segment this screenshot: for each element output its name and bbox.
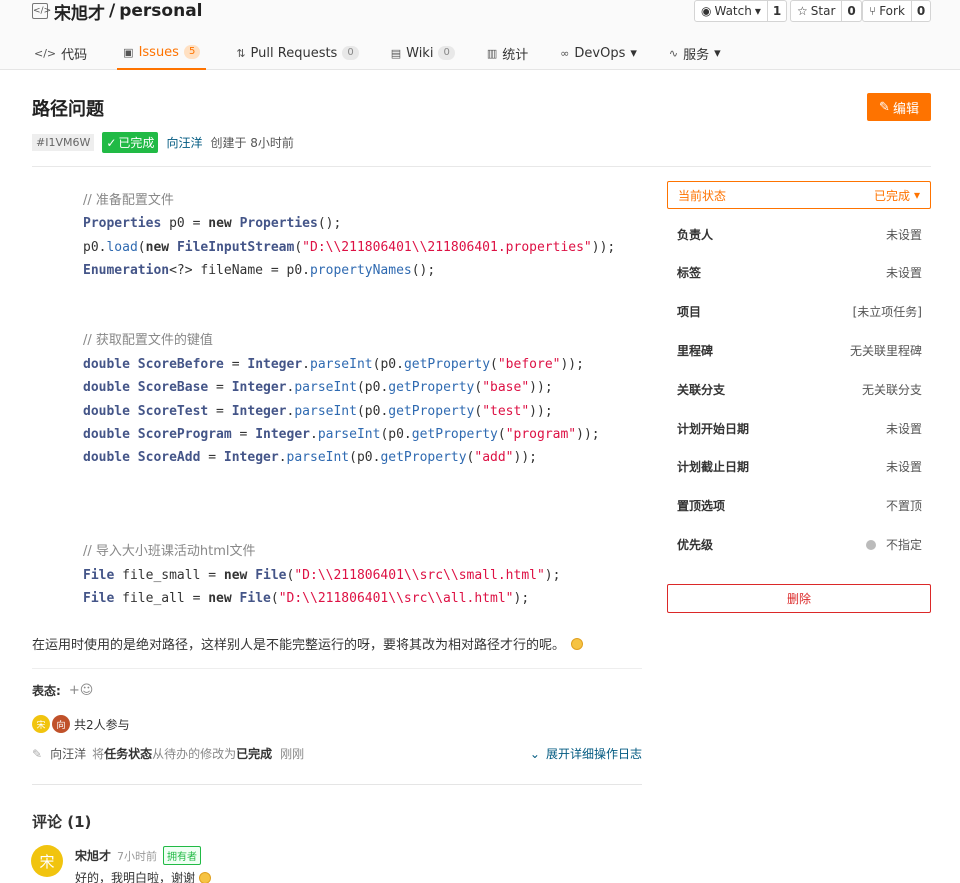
- smile-emoji-icon: [199, 871, 212, 883]
- chevron-down-icon: ▾: [714, 45, 721, 61]
- repo-owner[interactable]: 宋旭才: [54, 0, 105, 24]
- pencil-icon: ✎: [32, 746, 43, 761]
- pr-count-badge: 0: [342, 46, 359, 60]
- tab-pull-requests[interactable]: ⇅ Pull Requests 0: [234, 36, 360, 70]
- issue-id[interactable]: #I1VM6W: [32, 134, 95, 151]
- code-string: "D:\\211806401\\211806401.properties": [302, 239, 592, 255]
- eye-icon: ◉: [701, 4, 712, 18]
- issue-body-text: 在运用时使用的是绝对路径，这样别人是不能完整运行的呀，要将其改为相对路径才行的呢…: [32, 634, 584, 653]
- fork-button[interactable]: ⑂ Fork 0: [862, 0, 932, 22]
- activity-time: 刚刚: [280, 747, 305, 761]
- sidebar-row-due-date[interactable]: 计划截止日期 未设置: [677, 458, 922, 475]
- activity-log: ✎ 向汪洋 将任务状态 从待办的修改为 已完成 刚刚 ⌄ 展开详细操作日志: [32, 745, 642, 762]
- issue-title: 路径问题: [32, 99, 104, 120]
- code-string: "base": [482, 380, 530, 396]
- code-string: "add": [474, 450, 514, 466]
- chevron-down-icon: ▾: [913, 188, 920, 202]
- wiki-count-badge: 0: [438, 46, 455, 60]
- divider: [32, 784, 642, 785]
- chevron-down-icon: ▾: [630, 45, 637, 61]
- issue-author[interactable]: 向汪洋: [166, 134, 202, 151]
- reactions: 表态: +☺: [32, 682, 93, 699]
- repo-title: </> 宋旭才 / personal: [32, 0, 203, 24]
- repo-header: </> 宋旭才 / personal ◉ Watch ▾ 1 ☆ Star 0 ⑂ Fo…: [0, 0, 960, 70]
- issue-icon: ▣: [123, 45, 134, 59]
- check-circle-icon: ✓: [106, 135, 117, 150]
- comment-header: 宋旭才 7小时前 拥有者: [75, 846, 202, 865]
- code-comment: // 准备配置文件: [83, 193, 174, 208]
- edit-icon: ✎: [879, 99, 890, 115]
- book-icon: ▤: [390, 46, 402, 60]
- repo-tabs: </> 代码 ▣ Issues 5 ⇅ Pull Requests 0 ▤ Wiki 0 ▥ 统…: [32, 36, 751, 70]
- delete-button[interactable]: 删除: [667, 584, 931, 613]
- comment-time: 7小时前: [117, 849, 158, 863]
- star-count[interactable]: 0: [841, 1, 860, 21]
- state-label: 当前状态: [678, 188, 727, 203]
- pulse-icon: ∿: [668, 46, 679, 60]
- infinity-icon: ∞: [560, 46, 570, 60]
- add-reaction-button[interactable]: +☺: [69, 683, 93, 698]
- sidebar-row-project[interactable]: 项目 [未立项任务]: [677, 303, 922, 320]
- repo-name[interactable]: personal: [119, 1, 202, 21]
- divider: [32, 166, 931, 167]
- sidebar-row-branch[interactable]: 关联分支 无关联分支: [677, 381, 922, 398]
- avatar[interactable]: 向: [52, 715, 70, 733]
- state-dropdown[interactable]: 当前状态 已完成 ▾: [667, 181, 931, 209]
- tab-devops[interactable]: ∞ DevOps ▾: [558, 36, 639, 70]
- issue-meta: #I1VM6W ✓ 已完成 向汪洋 创建于 8小时前: [32, 132, 294, 153]
- sidebar-row-labels[interactable]: 标签 未设置: [677, 264, 922, 281]
- code-repo-icon: </>: [32, 3, 51, 19]
- sidebar-row-pin[interactable]: 置顶选项 不置顶: [677, 497, 922, 514]
- watch-button[interactable]: ◉ Watch ▾ 1: [694, 0, 788, 22]
- avatar[interactable]: 宋: [32, 715, 50, 733]
- bar-chart-icon: ▥: [486, 46, 498, 60]
- expand-log-link[interactable]: ⌄ 展开详细操作日志: [530, 745, 642, 762]
- issue-code-block: // 准备配置文件 Properties p0 = new Properties…: [83, 193, 616, 606]
- sidebar-row-milestone[interactable]: 里程碑 无关联里程碑: [677, 342, 922, 359]
- sidebar-row-start-date[interactable]: 计划开始日期 未设置: [677, 420, 922, 437]
- star-button[interactable]: ☆ Star 0: [790, 0, 862, 22]
- sidebar-row-assignee[interactable]: 负责人 未设置: [677, 226, 922, 243]
- participants: 宋 向 共2人参与: [32, 715, 130, 733]
- code-string: "test": [482, 403, 530, 419]
- sidebar-row-priority[interactable]: 优先级 不指定: [677, 536, 922, 553]
- code-comment: // 获取配置文件的键值: [83, 333, 213, 349]
- fork-icon: ⑂: [869, 4, 877, 18]
- star-icon: ☆: [797, 4, 808, 18]
- fork-count[interactable]: 0: [910, 1, 930, 21]
- reactions-label: 表态:: [32, 684, 61, 698]
- code-string: "D:\\211806401\\src\\all.html": [278, 590, 514, 606]
- watch-count[interactable]: 1: [766, 1, 786, 21]
- code-string: "before": [497, 356, 561, 372]
- tab-stats[interactable]: ▥ 统计: [485, 36, 530, 70]
- comment-author[interactable]: 宋旭才: [75, 847, 111, 864]
- issue-created-time: 创建于 8小时前: [210, 136, 294, 150]
- divider: [32, 668, 642, 669]
- tab-services[interactable]: ∿ 服务 ▾: [667, 36, 723, 70]
- chevron-down-icon: ▾: [754, 4, 761, 18]
- code-string: "program": [505, 427, 577, 443]
- smile-emoji-icon: [571, 637, 584, 650]
- pull-request-icon: ⇅: [236, 46, 246, 60]
- participants-count: 共2人参与: [74, 717, 130, 732]
- state-value: 已完成: [873, 188, 910, 203]
- tab-code[interactable]: </> 代码: [32, 36, 89, 70]
- code-comment: // 导入大小班课活动html文件: [83, 544, 256, 560]
- tab-issues[interactable]: ▣ Issues 5: [117, 36, 207, 70]
- priority-dot-icon: [865, 539, 876, 550]
- comment-body: 好的，我明白啦，谢谢: [75, 869, 212, 883]
- edit-button[interactable]: ✎ 编辑: [867, 93, 931, 121]
- avatar[interactable]: 宋: [31, 845, 63, 877]
- repo-separator: /: [109, 1, 116, 21]
- activity-user[interactable]: 向汪洋: [50, 745, 86, 762]
- owner-badge: 拥有者: [163, 846, 202, 865]
- code-string: "D:\\211806401\\src\\small.html": [294, 567, 545, 583]
- double-chevron-down-icon: ⌄: [529, 746, 540, 761]
- issues-count-badge: 5: [183, 45, 201, 59]
- tab-wiki[interactable]: ▤ Wiki 0: [389, 36, 457, 70]
- status-badge: ✓ 已完成: [102, 132, 159, 153]
- code-icon: </>: [34, 46, 57, 60]
- comments-title: 评论 (1): [32, 813, 92, 831]
